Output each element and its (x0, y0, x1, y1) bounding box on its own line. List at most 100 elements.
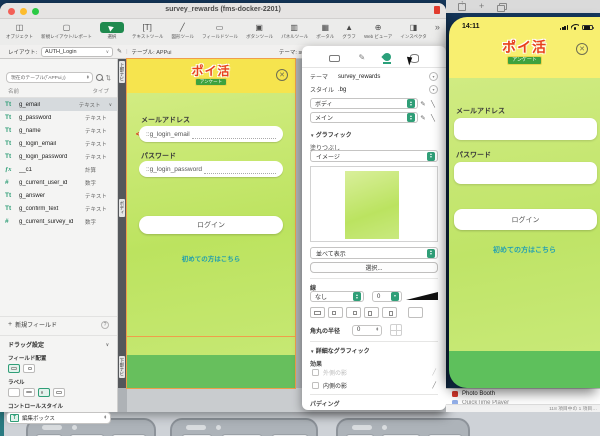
part-boundary-line[interactable] (127, 336, 295, 337)
password-input[interactable] (454, 162, 597, 184)
field-row[interactable]: Tt g_login_email テキスト ∨ (0, 137, 117, 150)
layout-bottom-nav-part[interactable] (127, 355, 295, 388)
toolbar-tool-button[interactable]: ▭ フィールドツール (202, 22, 238, 40)
finder-list-item[interactable]: Photo Booth (446, 389, 600, 398)
edit-layout-pencil-icon[interactable]: ✎ (117, 48, 122, 55)
layout-design[interactable]: ポイ活 アンケート ✕ <<ƒ:List ( $$MESSAGE ; $$MES… (126, 58, 296, 389)
label-position-icon[interactable] (8, 388, 20, 397)
field-row[interactable]: # g_current_survey_id 数字 ∨ (0, 215, 117, 228)
corner-bottomleft-button[interactable] (364, 307, 379, 318)
placement-option-icon[interactable] (8, 364, 20, 373)
eyedropper-icon[interactable]: ✎ (418, 100, 428, 108)
password-field[interactable]: ::g_login_password (139, 161, 283, 177)
label-position-icon[interactable] (23, 388, 35, 397)
toolbar-tool-button[interactable]: ╱ 図形ツール (172, 22, 195, 40)
pencil-icon[interactable]: ╱ (432, 382, 436, 389)
plus-icon[interactable]: + (479, 2, 484, 11)
share-icon[interactable] (458, 0, 466, 11)
tab-position[interactable] (329, 54, 341, 63)
login-button[interactable]: ログイン (454, 209, 597, 230)
email-field[interactable]: ::g_login_email (139, 126, 283, 142)
placement-option-icon[interactable] (23, 364, 35, 373)
column-header-name[interactable]: 名前 (8, 87, 19, 95)
toolbar-tool-button[interactable]: ◨ インスペクタ (400, 22, 426, 40)
field-row[interactable]: Tt g_name テキスト ∨ (0, 124, 117, 137)
toolbar-tool-button[interactable]: [T] テキストツール (132, 22, 163, 40)
graphic-section-header[interactable]: グラフィック (310, 130, 352, 139)
new-field-button[interactable]: + 新規フィールド ? (0, 316, 117, 332)
signup-link[interactable]: 初めての方はこちら (449, 245, 600, 255)
sort-icon[interactable]: ⇅ (106, 74, 111, 82)
layout-body-part[interactable]: <<ƒ:List ( $$MESSAGE ; $$MESSAGE[2] )>> … (127, 93, 295, 355)
outer-shadow-checkbox[interactable] (312, 369, 319, 376)
part-label-top-nav[interactable]: 上部ナビ (119, 61, 125, 83)
field-row[interactable]: Tt g_answer テキスト ∨ (0, 189, 117, 202)
control-style-selector[interactable]: T 編集ボックス (6, 412, 111, 424)
tile-mode-selector[interactable]: 並べて表示 (310, 247, 438, 259)
pencil-icon[interactable]: ╱ (432, 369, 436, 376)
theme-menu-icon[interactable] (429, 72, 438, 81)
toolbar-tool-button[interactable]: » (435, 22, 440, 34)
login-button[interactable]: ログイン (139, 216, 283, 234)
search-icon[interactable] (95, 74, 103, 81)
corner-bottomright-button[interactable] (382, 307, 397, 318)
toolbar-tool-button[interactable]: ▲ グラフ (342, 22, 356, 40)
label-position-icon[interactable] (38, 388, 50, 397)
keyboard-image (336, 418, 470, 436)
tool-icon: ▢ (62, 22, 71, 32)
email-input[interactable] (454, 118, 597, 140)
corner-topleft-button[interactable] (328, 307, 343, 318)
part-label-bottom-nav[interactable]: 下部ナビ (119, 356, 125, 378)
tab-pen[interactable]: ✎ (358, 54, 365, 63)
corner-all-button[interactable] (310, 307, 325, 318)
line-thickness-preview[interactable] (406, 292, 438, 301)
field-row[interactable]: Tt g_confirm_text テキスト ∨ (0, 202, 117, 215)
field-row[interactable]: ƒx __c1 計算 ∨ (0, 163, 117, 176)
field-row[interactable]: # g_current_user_id 数字 ∨ (0, 176, 117, 189)
padding-section-header[interactable]: パディング (310, 399, 340, 408)
eyedropper-icon[interactable]: ✎ (418, 114, 428, 122)
advanced-graphic-section-header[interactable]: 詳細なグラフィック (310, 346, 370, 355)
corner-none-button[interactable] (408, 307, 423, 318)
layout-selector[interactable]: AUTH_Login (41, 46, 114, 57)
drag-settings-section[interactable]: ドラッグ設定 (0, 335, 117, 351)
part-label-body[interactable]: ボディ (119, 199, 125, 217)
field-row[interactable]: Tt g_password テキスト ∨ (0, 111, 117, 124)
toolbar-tool-button[interactable]: ▥ パネルツール (281, 22, 308, 40)
inner-shadow-checkbox[interactable] (312, 382, 319, 389)
no-style-icon[interactable]: ╲ (428, 114, 438, 122)
toolbar-tool-button[interactable]: ▣ ボタンツール (246, 22, 273, 40)
corner-topright-button[interactable] (346, 307, 361, 318)
table-occurrence-selector[interactable]: 現在のテーブル(「APPui」) (6, 72, 93, 83)
tool-icon: ▲ (345, 22, 354, 32)
toolbar-tool-button[interactable]: ◫ オブジェクト (6, 22, 33, 40)
label-position-icon[interactable] (53, 388, 65, 397)
signup-link[interactable]: 初めての方はこちら (127, 253, 295, 263)
toolbar-tool-button[interactable]: 選択 (99, 22, 124, 40)
column-header-type[interactable]: タイプ (92, 87, 109, 95)
main-style-selector[interactable]: メイン (310, 112, 418, 123)
field-type: テキスト (85, 193, 107, 200)
toolbar-tool-button[interactable]: ⊕ Web ビューア (364, 22, 392, 40)
choose-image-button[interactable]: 選択... (310, 262, 438, 273)
style-menu-icon[interactable] (429, 85, 438, 94)
tabs-icon[interactable] (497, 3, 508, 12)
tab-appearance[interactable] (381, 51, 394, 64)
toolbar-tool-button[interactable]: ▢ 新規レイアウト/レポート (41, 22, 92, 40)
inspector-panel: ✎ テーマ survey_rewards スタイル .bg ボディ ✎ ╲ メイ… (302, 46, 446, 410)
line-style-selector[interactable]: なし (310, 291, 364, 302)
layout-top-nav-part[interactable]: ポイ活 アンケート ✕ (127, 59, 295, 93)
fill-type-selector[interactable]: イメージ (310, 150, 438, 162)
corner-radius-input[interactable]: 0 (352, 324, 383, 336)
line-width-input[interactable]: 0 (372, 291, 402, 302)
no-style-icon[interactable]: ╲ (428, 100, 438, 108)
close-icon[interactable]: ✕ (576, 43, 588, 55)
close-icon[interactable]: ✕ (276, 69, 288, 81)
field-row[interactable]: Tt g_login_password テキスト ∨ (0, 150, 117, 163)
body-style-selector[interactable]: ボディ (310, 98, 418, 109)
layout-selector-value: AUTH_Login (45, 48, 77, 55)
app-icon (452, 390, 458, 397)
toolbar-tool-button[interactable]: ▦ ポータル (316, 22, 334, 40)
field-row[interactable]: Tt g_email テキスト ∨ (0, 98, 117, 111)
help-icon[interactable]: ? (101, 320, 109, 329)
